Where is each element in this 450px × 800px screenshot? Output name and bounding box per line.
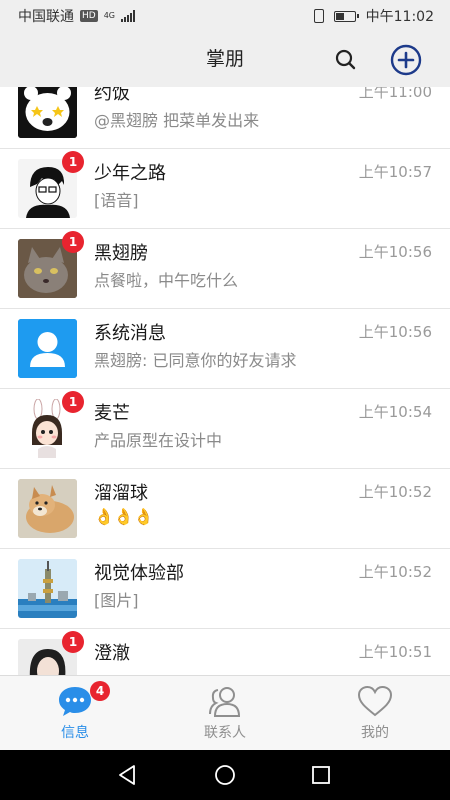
conversation-time: 上午10:56 — [358, 323, 432, 341]
avatar — [18, 87, 77, 138]
conversation-row[interactable]: 1 麦芒 产品原型在设计中 上午10:54 — [0, 389, 450, 469]
conversation-preview: 👌👌👌 — [94, 507, 154, 526]
carrier-name: 中国联通 — [18, 9, 74, 25]
conversation-time: 上午10:51 — [358, 643, 432, 661]
search-button[interactable] — [333, 47, 359, 73]
avatar: 1 — [18, 231, 84, 298]
avatar — [18, 319, 77, 378]
system-nav-bar — [0, 750, 450, 800]
chat-bubble-icon — [59, 687, 91, 716]
conversation-name: 少年之路 — [94, 163, 166, 184]
conversation-preview: 黑翅膀: 已同意你的好友请求 — [94, 351, 297, 370]
conversation-time: 上午10:54 — [358, 403, 432, 421]
user-silhouette-icon — [18, 319, 77, 378]
tab-label: 联系人 — [204, 725, 246, 741]
conversation-preview: 产品原型在设计中 — [94, 431, 223, 450]
network-type: 4G — [103, 11, 115, 20]
vibrate-icon — [313, 9, 324, 23]
bottom-tab-bar: 4 信息 联系人 我的 — [0, 675, 450, 750]
home-icon[interactable] — [213, 763, 237, 787]
conversation-time: 上午10:52 — [358, 483, 432, 501]
unread-badge: 1 — [62, 391, 84, 413]
battery-icon — [333, 10, 359, 22]
add-button[interactable] — [390, 44, 422, 76]
hd-icon: HD — [80, 10, 98, 22]
signal-icon — [121, 10, 135, 22]
conversation-preview: [图片] — [94, 591, 139, 610]
conversation-time: 上午10:52 — [358, 563, 432, 581]
status-right: 中午11:02 — [313, 6, 434, 26]
tab-label: 我的 — [361, 725, 389, 741]
avatar: 1 — [18, 151, 84, 218]
conversation-name: 系统消息 — [94, 323, 166, 344]
dog-avatar-icon — [18, 479, 77, 538]
app-header: 掌朋 — [0, 32, 450, 87]
status-bar: 中国联通 HD 4G 中午11:02 — [0, 0, 450, 32]
bear-avatar-icon — [18, 87, 77, 138]
conversation-time: 上午10:57 — [358, 163, 432, 181]
conversation-name: 麦芒 — [94, 403, 130, 424]
conversation-name: 约饭 — [94, 87, 130, 104]
conversation-preview: [语音] — [94, 191, 139, 210]
status-time: 中午11:02 — [365, 9, 434, 25]
page-title: 掌朋 — [205, 48, 244, 70]
plus-circle-icon — [390, 44, 422, 76]
conversation-time: 上午10:56 — [358, 243, 432, 261]
conversation-preview: @黑翅膀 把菜单发出来 — [94, 111, 260, 130]
tower-avatar-icon — [18, 559, 77, 618]
avatar — [18, 559, 77, 618]
conversation-list[interactable]: 约饭 @黑翅膀 把菜单发出来 上午11:00 1 少年之路 [语音] 上午10:… — [0, 87, 450, 675]
unread-badge: 1 — [62, 631, 84, 653]
avatar: 1 — [18, 391, 84, 458]
conversation-row[interactable]: 系统消息 黑翅膀: 已同意你的好友请求 上午10:56 — [0, 309, 450, 389]
conversation-name: 溜溜球 — [94, 483, 148, 504]
tab-me[interactable]: 我的 — [300, 676, 450, 750]
unread-badge: 1 — [62, 151, 84, 173]
tab-unread-badge: 4 — [90, 681, 110, 701]
conversation-name: 澄澈 — [94, 643, 130, 664]
conversation-row[interactable]: 约饭 @黑翅膀 把菜单发出来 上午11:00 — [0, 87, 450, 149]
avatar — [18, 479, 77, 538]
avatar: 1 — [18, 631, 84, 675]
unread-badge: 1 — [62, 231, 84, 253]
conversation-name: 黑翅膀 — [94, 243, 148, 264]
contacts-icon — [209, 687, 241, 717]
status-left: 中国联通 HD 4G — [18, 6, 135, 26]
heart-icon — [357, 685, 393, 717]
tab-contacts[interactable]: 联系人 — [150, 676, 300, 750]
tab-messages[interactable]: 4 信息 — [0, 676, 150, 750]
conversation-row[interactable]: 视觉体验部 [图片] 上午10:52 — [0, 549, 450, 629]
conversation-time: 上午11:00 — [358, 87, 432, 101]
conversation-row[interactable]: 1 黑翅膀 点餐啦，中午吃什么 上午10:56 — [0, 229, 450, 309]
conversation-name: 视觉体验部 — [94, 563, 184, 584]
recents-icon[interactable] — [309, 763, 333, 787]
tab-label: 信息 — [61, 725, 89, 741]
back-icon[interactable] — [115, 763, 139, 787]
conversation-preview: 点餐啦，中午吃什么 — [94, 271, 239, 290]
search-icon — [335, 49, 356, 70]
conversation-row[interactable]: 溜溜球 👌👌👌 上午10:52 — [0, 469, 450, 549]
conversation-row[interactable]: 1 澄澈 上午10:51 — [0, 629, 450, 675]
conversation-row[interactable]: 1 少年之路 [语音] 上午10:57 — [0, 149, 450, 229]
